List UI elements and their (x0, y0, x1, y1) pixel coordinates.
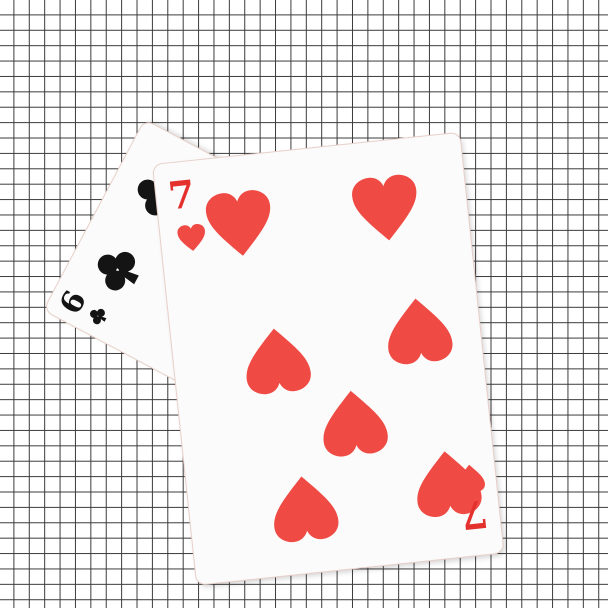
heart-icon (323, 390, 388, 457)
card-rank-inverted: 7 (459, 491, 491, 539)
card-seven-of-hearts[interactable]: 7 7 (153, 132, 504, 585)
heart-icon (352, 174, 417, 241)
heart-icon (246, 328, 311, 395)
heart-icon (274, 476, 339, 543)
heart-icon (177, 223, 205, 251)
heart-icon (205, 190, 271, 256)
heart-icon (388, 298, 453, 365)
heart-icon (457, 464, 485, 493)
card-rank: 7 (165, 170, 197, 219)
club-icon (97, 251, 139, 291)
